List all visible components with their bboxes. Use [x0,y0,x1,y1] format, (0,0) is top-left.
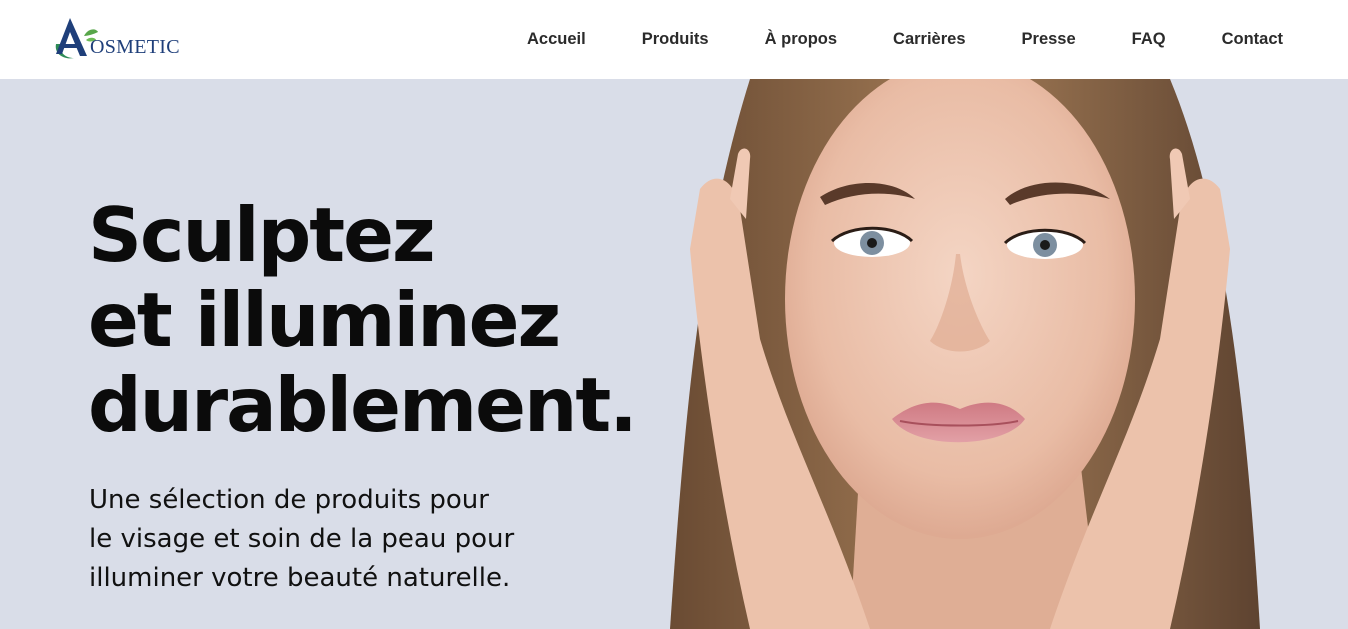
site-header: OSMETIC Accueil Produits À propos Carriè… [0,0,1348,79]
nav-link-a-propos[interactable]: À propos [765,30,837,49]
hero-subtitle-line: illuminer votre beauté naturelle. [89,563,511,593]
hero-title: Sculptez et illuminez durablement. [88,191,638,449]
hero-subtitle-line: Une sélection de produits pour [89,485,489,515]
nav-link-carrieres[interactable]: Carrières [893,30,965,49]
nav-link-presse[interactable]: Presse [1022,30,1076,49]
nav-link-contact[interactable]: Contact [1222,30,1283,49]
brand-name: OSMETIC [90,36,180,58]
hero-title-line: durablement. [88,361,638,449]
nav-link-produits[interactable]: Produits [642,30,709,49]
hero-title-line: Sculptez [88,191,436,279]
main-nav: Accueil Produits À propos Carrières Pres… [527,0,1283,79]
nav-link-faq[interactable]: FAQ [1132,30,1166,49]
brand-logo[interactable]: OSMETIC [50,14,195,64]
hero-section: Sculptez et illuminez durablement. Une s… [0,79,1348,629]
hero-title-line: et illuminez [88,276,561,364]
nav-link-accueil[interactable]: Accueil [527,30,586,49]
hero-subtitle: Une sélection de produits pour le visage… [89,481,514,598]
portrait-woman-skincare-photo [670,79,1260,629]
hero-subtitle-line: le visage et soin de la peau pour [89,524,515,554]
